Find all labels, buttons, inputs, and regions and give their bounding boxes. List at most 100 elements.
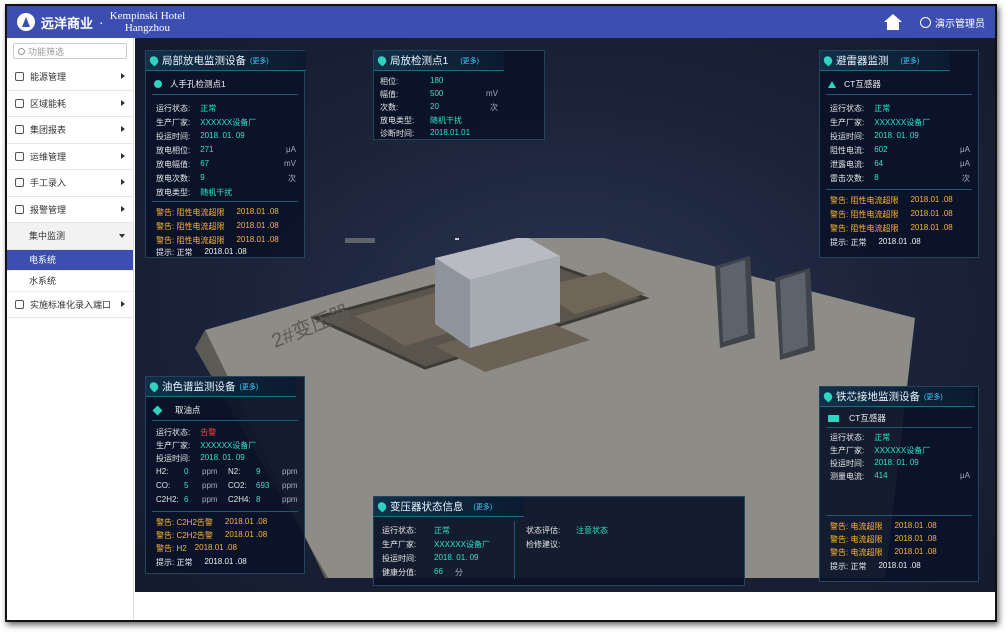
sidebar-item-central-monitor[interactable]: 集中监测: [7, 223, 133, 250]
sidebar-item-group-report[interactable]: 集团报表: [7, 117, 133, 144]
brand-separator: ·: [99, 14, 104, 30]
sidebar-item-standard-entry[interactable]: 实施标准化录入端口: [7, 292, 133, 318]
label: 生产厂家:: [156, 118, 191, 127]
user-menu[interactable]: 演示管理员: [920, 15, 985, 30]
core-time-row: 投运时间: 2018. 01. 09: [830, 458, 919, 469]
sidebar-item-area-energy[interactable]: 区域能耗: [7, 91, 133, 117]
sidebar-subitem-electric[interactable]: 电系统: [7, 249, 133, 271]
alert-text: 警告: 电流超限: [830, 548, 883, 557]
pd-panel-header: 局部放电监测设备 (更多): [146, 51, 306, 71]
sidebar-item-label: 实施标准化录入端口: [30, 299, 112, 310]
search-input[interactable]: 功能筛选: [13, 43, 127, 59]
oil-time-value: 2018. 01. 09: [200, 453, 245, 462]
sidebar-item-maintenance[interactable]: 运维管理: [7, 144, 133, 170]
sidebar-item-alarm[interactable]: 报警管理: [7, 197, 133, 223]
core-panel-header: 铁芯接地监测设备 (更多): [820, 387, 975, 407]
home-icon[interactable]: [884, 14, 902, 30]
tr-time-row: 投运时间: 2018. 01. 09: [382, 553, 478, 564]
alert-text: 警告: 阻性电流超限: [156, 236, 225, 245]
alert-date: 2018.01 .08: [894, 547, 937, 556]
gas-value: 5: [184, 481, 189, 490]
sidebar-item-label: 能源管理: [30, 72, 67, 83]
report-icon: [15, 125, 24, 135]
pd-point-header: 人手孔检测点1: [154, 78, 226, 90]
user-name: 演示管理员: [935, 18, 985, 30]
alert-text: 警告: 阻性电流超限: [156, 222, 225, 231]
tr-status-row: 运行状态: 正常: [382, 525, 450, 536]
arrester-status-value: 正常: [874, 104, 891, 113]
location-pin-icon: [375, 500, 389, 513]
label: 生产厂家:: [156, 441, 191, 450]
arrester-alert-row: 警告: 阻性电流超限 2018.01 .08: [830, 223, 953, 234]
core-panel-title: 铁芯接地监测设备: [836, 391, 920, 403]
label: N2:: [228, 467, 241, 476]
alert-date: 2018.01 .08: [910, 195, 953, 204]
pd-point-name: 人手孔检测点1: [170, 79, 226, 89]
label: 放电类型:: [380, 116, 415, 125]
chevron-right-icon: [121, 152, 125, 159]
alert-text: 警告: C2H2告警: [156, 518, 213, 527]
arrester-maker-value: XXXXXX设备厂: [874, 118, 931, 127]
tr-maker-value: XXXXXX设备厂: [434, 540, 491, 549]
point-panel-header: 局放检测点1 (更多): [374, 51, 504, 71]
pd-type-row: 放电类型: 随机干扰: [156, 187, 232, 198]
point-more-link[interactable]: (更多): [460, 56, 479, 66]
unit: 次: [490, 103, 498, 112]
core-tip-row: 提示: 正常 2018.01 .08: [830, 561, 921, 572]
core-status-value: 正常: [874, 433, 891, 442]
core-more-link[interactable]: (更多): [924, 392, 943, 402]
chevron-right-icon: [121, 73, 125, 79]
sidebar-item-manual-entry[interactable]: 手工录入: [7, 170, 133, 197]
pd-monitor-panel: 局部放电监测设备 (更多) 人手孔检测点1 运行状态: 正常 生产厂家: XXXXX…: [145, 50, 306, 258]
transformer-more-link[interactable]: (更多): [474, 502, 493, 512]
unit: μA: [286, 145, 296, 154]
unit: 分: [454, 568, 463, 577]
unit: ppm: [282, 481, 298, 490]
transformer-panel-title: 变压器状态信息: [390, 501, 464, 513]
unit: mV: [284, 159, 296, 168]
arrester-maker-row: 生产厂家: XXXXXX设备厂: [830, 117, 930, 128]
transformer-status-panel: 变压器状态信息 (更多) 运行状态: 正常 生产厂家: XXXXXX设备厂 投运时间…: [373, 496, 745, 586]
org-chart-icon: [15, 98, 24, 108]
unit: ppm: [202, 481, 218, 490]
arrester-res-value: 602: [874, 145, 888, 154]
label: 次数:: [380, 103, 399, 112]
divider: [826, 94, 972, 95]
label: 投运时间:: [156, 132, 191, 141]
sidebar-item-energy[interactable]: 能源管理: [7, 64, 133, 91]
arrester-leak-row: 泄露电流: 64 μA: [830, 159, 970, 170]
divider: [826, 427, 972, 428]
alert-text: 警告: 阻性电流超限: [156, 208, 225, 217]
label: 诊断时间:: [380, 129, 415, 138]
tr-time-value: 2018. 01. 09: [434, 553, 479, 562]
location-pin-icon: [375, 54, 389, 67]
sidebar-subitem-water[interactable]: 水系统: [7, 270, 133, 292]
unit: ppm: [282, 495, 298, 504]
pd-tip-row: 提示: 正常 2018.01 .08: [156, 247, 247, 258]
arrester-leak-value: 64: [874, 159, 884, 168]
unit: ppm: [202, 467, 218, 476]
pd-count-value: 9: [200, 173, 205, 182]
arrester-time-row: 投运时间: 2018. 01. 09: [830, 131, 919, 142]
arrester-sensor-name: CT互感器: [844, 79, 881, 89]
gas-value: 8: [256, 495, 261, 504]
pd-more-link[interactable]: (更多): [250, 56, 269, 66]
arrester-alert-row: 警告: 阻性电流超限 2018.01 .08: [830, 195, 953, 206]
arrester-status-row: 运行状态: 正常: [830, 103, 890, 114]
pd-phase-value: 271: [200, 145, 214, 154]
alert-date: 2018.01 .08: [910, 209, 953, 218]
oil-more-link[interactable]: (更多): [240, 382, 259, 392]
location-pin-icon: [821, 54, 835, 67]
tip-date: 2018.01 .08: [204, 557, 247, 566]
point-type-value: 随机干扰: [430, 116, 462, 125]
bell-icon: [15, 204, 24, 214]
oil-gas-row: CO: 5 ppm CO2: 693 ppm: [156, 481, 298, 490]
arrester-more-link[interactable]: (更多): [901, 56, 920, 66]
sidebar-item-label: 集团报表: [30, 125, 67, 136]
label: 泄露电流:: [830, 160, 865, 169]
circle-icon: [154, 80, 162, 88]
label: 生产厂家:: [830, 446, 865, 455]
alert-text: 警告: C2H2告警: [156, 531, 213, 540]
chevron-right-icon: [121, 99, 125, 106]
point-count-row: 次数: 20 次: [380, 102, 498, 113]
